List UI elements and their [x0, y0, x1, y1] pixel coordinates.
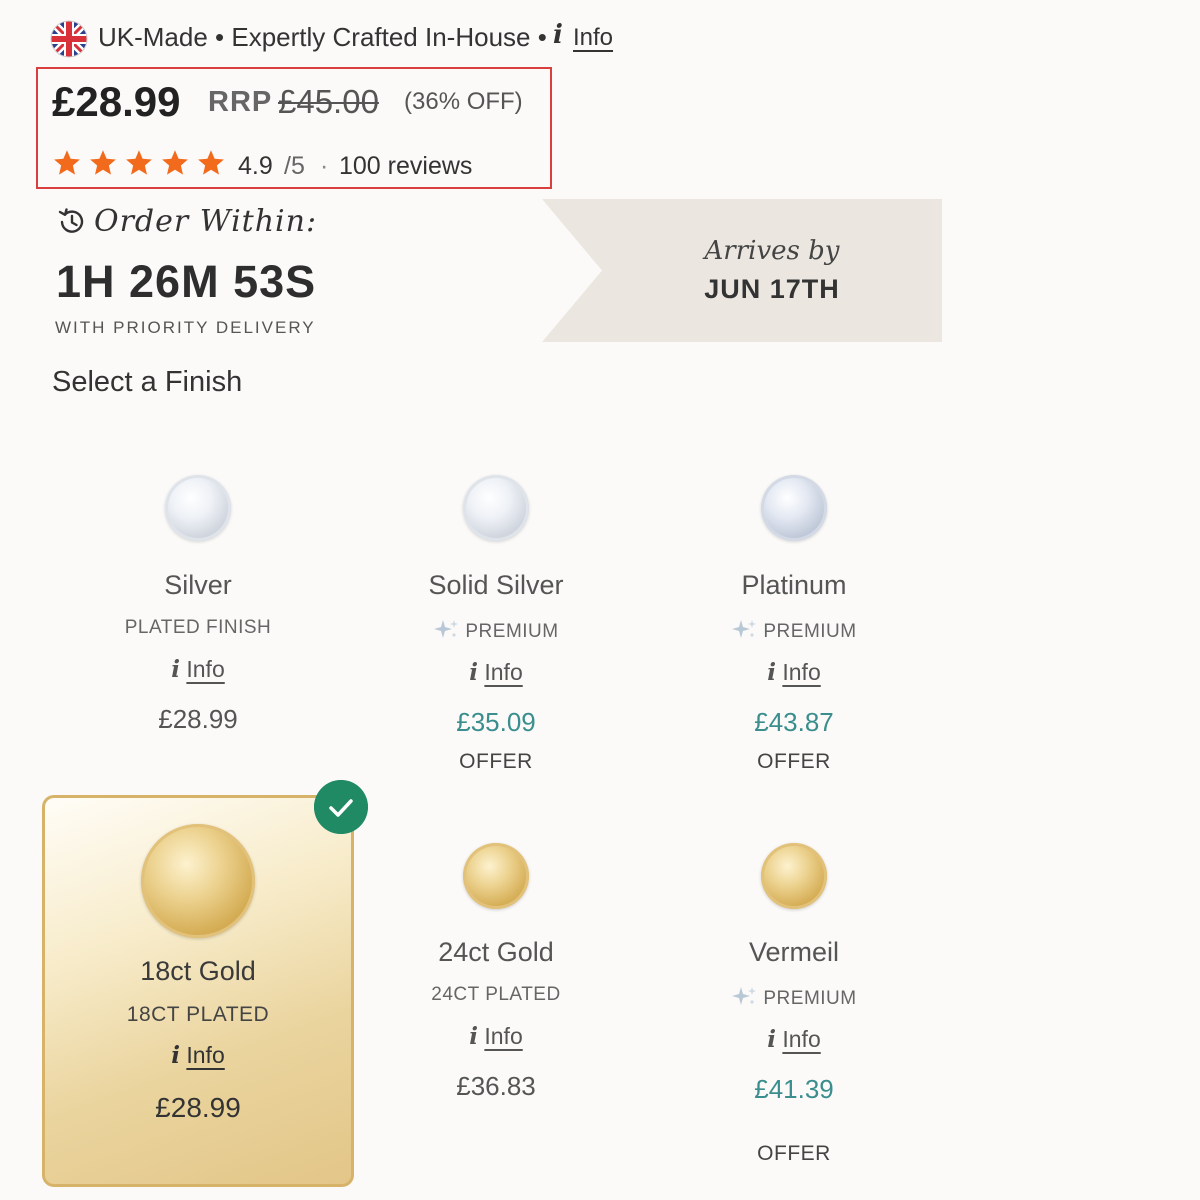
finish-info-link[interactable]: Info — [484, 659, 522, 685]
finish-name: Vermeil — [748, 937, 840, 967]
rating-value: 4.9 — [238, 152, 273, 180]
finish-option-18ct-gold[interactable]: 18ct Gold 18CT PLATED i Info £28.99 — [48, 820, 348, 1180]
current-price: £28.99 — [52, 78, 181, 125]
uk-flag-icon — [50, 20, 88, 58]
sparkle-icon — [434, 620, 459, 638]
finish-subtitle: PREMIUM — [763, 988, 857, 1009]
18ct-gold-swatch — [141, 824, 255, 938]
select-finish-heading: Select a Finish — [52, 366, 243, 398]
arrival-banner — [542, 199, 942, 342]
priority-delivery-text: WITH PRIORITY DELIVERY — [55, 318, 316, 337]
24ct-gold-swatch — [463, 843, 529, 909]
finish-info-link[interactable]: Info — [484, 1023, 522, 1049]
rating-stars[interactable] — [52, 148, 232, 183]
finish-option-platinum[interactable]: Platinum PREMIUM i Info £43.87 OFFER — [644, 470, 944, 773]
finish-subtitle: 24CT PLATED — [431, 984, 561, 1005]
history-clock-icon — [58, 208, 84, 233]
offer-label: OFFER — [757, 1142, 831, 1165]
order-within-label: Order Within: — [94, 204, 318, 239]
finish-option-24ct-gold[interactable]: 24ct Gold 24CT PLATED i Info £36.83 — [346, 838, 646, 1118]
arrival-date: JUN 17TH — [704, 274, 840, 304]
finish-option-silver[interactable]: Silver PLATED FINISH i Info £28.99 — [48, 470, 348, 750]
star-icon — [54, 150, 80, 175]
sparkle-icon — [732, 987, 757, 1005]
finish-price: £43.87 — [754, 707, 834, 737]
finish-price: £28.99 — [155, 1092, 241, 1123]
finish-subtitle: 18CT PLATED — [126, 1003, 270, 1026]
discount-percent: (36% OFF) — [404, 88, 523, 115]
finish-price: £41.39 — [754, 1074, 834, 1104]
info-icon[interactable]: i — [469, 1023, 478, 1050]
finish-name: 24ct Gold — [438, 937, 554, 967]
banner-info-link[interactable]: Info — [573, 24, 613, 52]
info-icon[interactable]: i — [171, 656, 180, 683]
countdown-timer: 1H 26M 53S — [56, 256, 317, 307]
offer-label: OFFER — [459, 750, 533, 773]
star-icon — [126, 150, 152, 175]
finish-option-solid-silver[interactable]: Solid Silver PREMIUM i Info £35.09 OFFER — [346, 470, 646, 773]
finish-info-link[interactable]: Info — [186, 656, 224, 682]
star-icon — [90, 150, 116, 175]
arrives-by-label: Arrives by — [704, 236, 840, 266]
finish-price: £36.83 — [456, 1071, 536, 1101]
finish-subtitle: PREMIUM — [465, 621, 559, 642]
finish-price: £35.09 — [456, 707, 536, 737]
rrp-price: £45.00 — [278, 83, 379, 120]
finish-subtitle: PLATED FINISH — [124, 617, 272, 638]
info-icon[interactable]: i — [767, 659, 776, 686]
finish-name: Platinum — [741, 570, 847, 600]
offer-label: OFFER — [757, 750, 831, 773]
finish-name: 18ct Gold — [140, 956, 256, 986]
uk-made-banner-text: UK-Made • Expertly Crafted In-House • — [98, 22, 547, 52]
vermeil-swatch — [761, 843, 827, 909]
info-icon[interactable]: i — [767, 1026, 776, 1053]
rating-denominator: /5 — [284, 152, 305, 180]
info-icon[interactable]: i — [469, 659, 478, 686]
finish-info-link[interactable]: Info — [186, 1042, 224, 1068]
finish-name: Solid Silver — [428, 570, 564, 600]
info-icon[interactable]: i — [171, 1042, 180, 1069]
star-icon — [162, 150, 188, 175]
finish-info-link[interactable]: Info — [782, 659, 820, 685]
finish-subtitle: PREMIUM — [763, 621, 857, 642]
reviews-link[interactable]: 100 reviews — [339, 152, 472, 181]
rrp-label: RRP — [208, 86, 273, 118]
finish-name: Silver — [164, 570, 232, 600]
info-icon[interactable]: i — [553, 20, 563, 50]
star-icon — [198, 150, 224, 175]
sparkle-icon — [732, 620, 757, 638]
silver-swatch — [165, 475, 231, 541]
rating-separator: · — [320, 152, 329, 180]
finish-option-vermeil[interactable]: Vermeil PREMIUM i Info £41.39 OFFER — [644, 838, 944, 1178]
solid-silver-swatch — [463, 475, 529, 541]
finish-price: £28.99 — [158, 704, 238, 734]
finish-info-link[interactable]: Info — [782, 1026, 820, 1052]
platinum-swatch — [761, 475, 827, 541]
